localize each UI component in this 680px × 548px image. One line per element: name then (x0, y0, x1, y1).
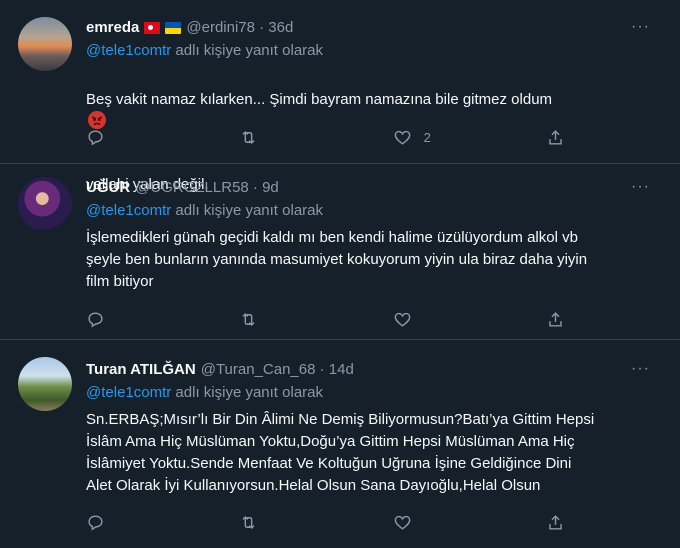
tweet[interactable]: emreda @erdini78 · 36d ··· @tele1comtr a… (0, 0, 680, 193)
turkey-flag-icon (144, 22, 161, 34)
like-button[interactable]: 2 (393, 128, 473, 147)
angry-face-emoji-icon (88, 111, 106, 129)
tweet-actions (86, 310, 566, 329)
reply-button[interactable] (86, 310, 166, 329)
author-handle[interactable]: @erdini78 · 36d (186, 18, 293, 38)
reply-icon (88, 130, 103, 146)
tweet-text: Sn.ERBAŞ;Mısır’lı Bir Din Âlimi Ne Demiş… (86, 411, 595, 494)
retweet-button[interactable] (239, 128, 319, 147)
author-name[interactable]: UĞUR (86, 178, 130, 198)
ukraine-flag-icon (165, 22, 182, 34)
author-name[interactable]: emreda (86, 18, 139, 38)
retweet-icon (242, 515, 255, 530)
avatar[interactable] (18, 177, 72, 231)
more-options-icon[interactable]: ··· (631, 361, 650, 377)
tweet-text-line: Beş vakit namaz kılarken... Şimdi bayram… (86, 91, 553, 108)
reply-context-label: adlı kişiye yanıt olarak (171, 202, 324, 219)
reply-context: @tele1comtr adlı kişiye yanıt olarak (86, 201, 650, 221)
share-icon (549, 130, 562, 145)
like-button[interactable] (393, 310, 473, 329)
reply-mention-link[interactable]: @tele1comtr (86, 384, 171, 401)
share-button[interactable] (546, 513, 566, 532)
retweet-button[interactable] (239, 513, 319, 532)
tweet-actions: 2 (86, 128, 566, 147)
like-button[interactable] (393, 513, 473, 532)
like-count: 2 (423, 130, 431, 145)
reply-icon (88, 515, 103, 531)
reply-icon (88, 312, 103, 328)
more-options-icon[interactable]: ··· (631, 19, 650, 35)
reply-mention-link[interactable]: @tele1comtr (86, 202, 171, 219)
reply-context-label: adlı kişiye yanıt olarak (171, 42, 324, 59)
reply-button[interactable] (86, 128, 166, 147)
reply-mention-link[interactable]: @tele1comtr (86, 42, 171, 59)
heart-icon (394, 130, 410, 145)
reply-context-label: adlı kişiye yanıt olarak (171, 384, 324, 401)
reply-context: @tele1comtr adlı kişiye yanıt olarak (86, 41, 650, 61)
share-icon (549, 312, 562, 327)
retweet-icon (242, 130, 255, 145)
retweet-button[interactable] (239, 310, 319, 329)
retweet-icon (242, 312, 255, 327)
avatar[interactable] (18, 357, 72, 411)
avatar[interactable] (18, 17, 72, 71)
tweet-text: İşlemedikleri günah geçidi kaldı mı ben … (86, 229, 588, 290)
heart-icon (394, 515, 410, 530)
heart-icon (394, 312, 410, 327)
share-button[interactable] (546, 128, 566, 147)
reply-button[interactable] (86, 513, 166, 532)
author-name[interactable]: Turan ATILĞAN (86, 360, 196, 380)
tweet[interactable]: Turan ATILĞAN @Turan_Can_68 · 14d ··· @t… (0, 341, 680, 548)
tweet-actions (86, 513, 566, 532)
author-handle[interactable]: @UGRGZLLR58 · 9d (135, 178, 279, 198)
tweet[interactable]: UĞUR @UGRGZLLR58 · 9d ··· @tele1comtr ad… (0, 165, 680, 340)
author-handle[interactable]: @Turan_Can_68 · 14d (201, 360, 354, 380)
more-options-icon[interactable]: ··· (631, 179, 650, 195)
reply-context: @tele1comtr adlı kişiye yanıt olarak (86, 383, 650, 403)
share-icon (549, 515, 562, 530)
share-button[interactable] (546, 310, 566, 329)
